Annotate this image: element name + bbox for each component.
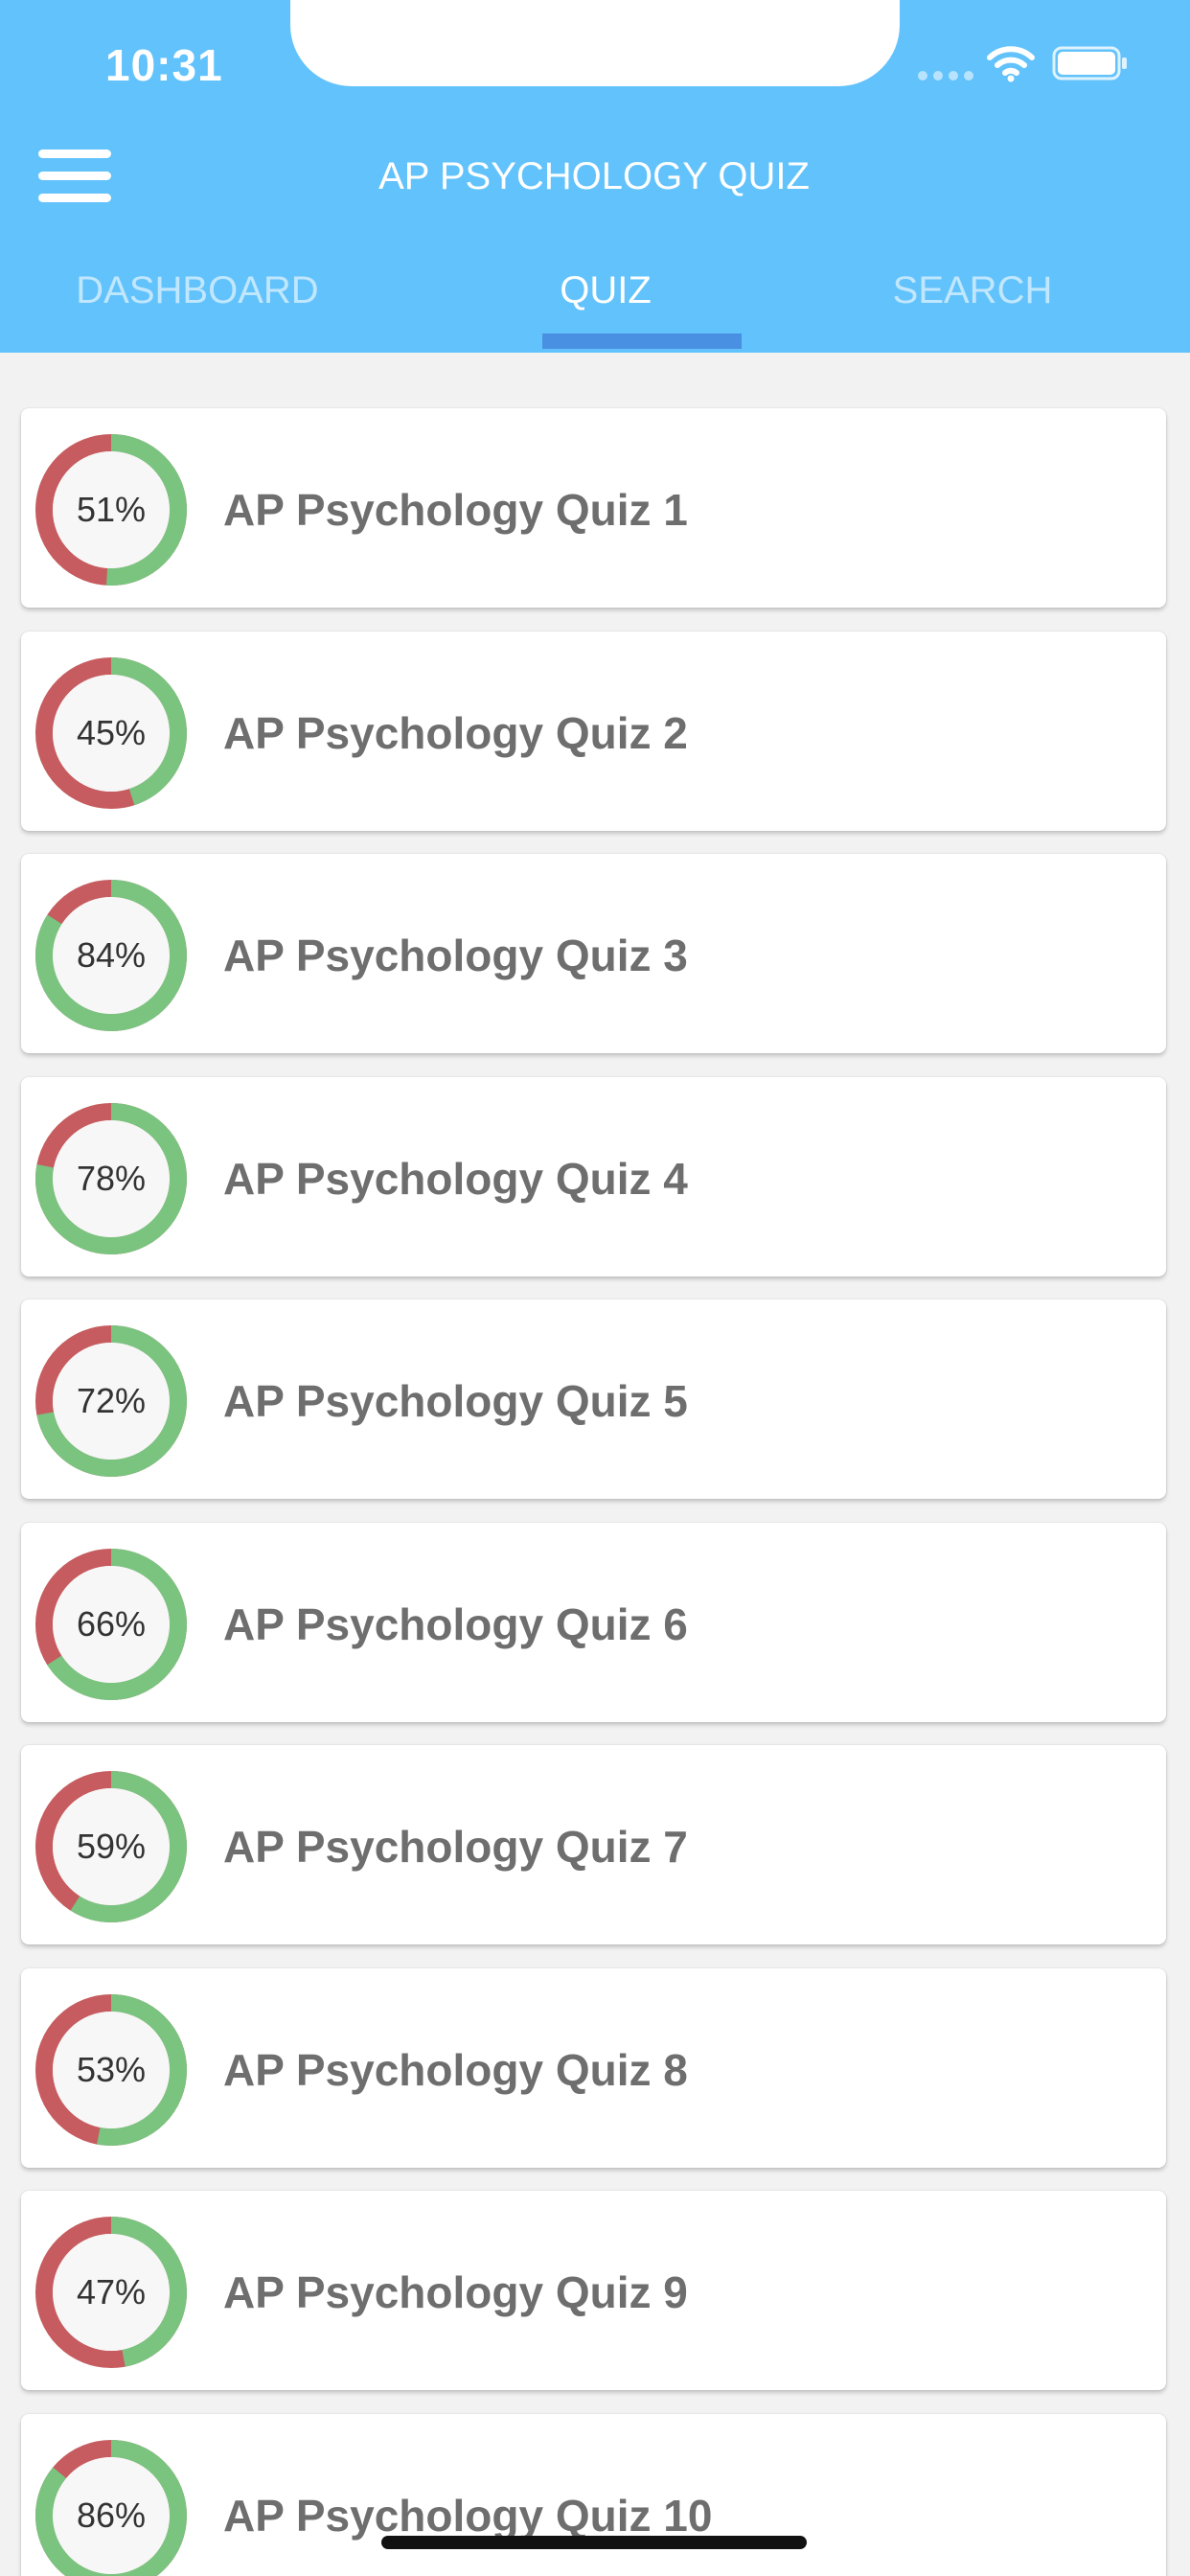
quiz-card[interactable]: 51% AP Psychology Quiz 1 bbox=[21, 408, 1166, 608]
tab-search[interactable]: SEARCH bbox=[872, 257, 1073, 324]
score-ring-chart: 84% bbox=[34, 879, 188, 1032]
quiz-title: AP Psychology Quiz 6 bbox=[223, 1599, 688, 1649]
quiz-card[interactable]: 59% AP Psychology Quiz 7 bbox=[21, 1745, 1166, 1944]
quiz-title: AP Psychology Quiz 2 bbox=[223, 708, 688, 758]
quiz-card[interactable]: 47% AP Psychology Quiz 9 bbox=[21, 2191, 1166, 2390]
score-percent-label: 47% bbox=[76, 2272, 147, 2312]
app-screen: 10:31 AP PSYCHOLOGY QUIZ DASHBOARD QUIZ … bbox=[0, 0, 1190, 2576]
quiz-title: AP Psychology Quiz 5 bbox=[223, 1376, 688, 1426]
tab-dashboard[interactable]: DASHBOARD bbox=[61, 257, 333, 324]
quiz-card[interactable]: 86% AP Psychology Quiz 10 bbox=[21, 2414, 1166, 2576]
page-title: AP PSYCHOLOGY QUIZ bbox=[378, 155, 810, 197]
score-ring-chart: 53% bbox=[34, 1993, 188, 2147]
status-time: 10:31 bbox=[105, 40, 223, 90]
app-header: 10:31 AP PSYCHOLOGY QUIZ DASHBOARD QUIZ … bbox=[0, 0, 1190, 353]
score-ring-chart: 72% bbox=[34, 1324, 188, 1478]
cellular-signal-icon bbox=[918, 71, 973, 80]
score-percent-label: 45% bbox=[76, 713, 147, 752]
device-notch bbox=[290, 0, 900, 86]
score-ring-chart: 45% bbox=[34, 656, 188, 810]
quiz-card[interactable]: 72% AP Psychology Quiz 5 bbox=[21, 1300, 1166, 1499]
quiz-title: AP Psychology Quiz 4 bbox=[223, 1154, 688, 1204]
score-ring-chart: 66% bbox=[34, 1548, 188, 1701]
quiz-card[interactable]: 84% AP Psychology Quiz 3 bbox=[21, 854, 1166, 1053]
quiz-title: AP Psychology Quiz 3 bbox=[223, 931, 688, 980]
score-percent-label: 72% bbox=[76, 1381, 147, 1420]
score-percent-label: 66% bbox=[76, 1604, 147, 1644]
score-percent-label: 51% bbox=[76, 490, 147, 529]
quiz-card[interactable]: 78% AP Psychology Quiz 4 bbox=[21, 1077, 1166, 1276]
tab-quiz[interactable]: QUIZ bbox=[508, 257, 703, 324]
score-percent-label: 78% bbox=[76, 1159, 147, 1198]
score-percent-label: 86% bbox=[76, 2496, 147, 2535]
score-percent-label: 59% bbox=[76, 1827, 147, 1866]
quiz-title: AP Psychology Quiz 9 bbox=[223, 2267, 688, 2317]
wifi-icon bbox=[987, 46, 1035, 82]
quiz-card[interactable]: 53% AP Psychology Quiz 8 bbox=[21, 1968, 1166, 2168]
score-ring-chart: 59% bbox=[34, 1770, 188, 1923]
score-ring-chart: 51% bbox=[34, 433, 188, 586]
score-ring-chart: 47% bbox=[34, 2216, 188, 2369]
score-percent-label: 84% bbox=[76, 935, 147, 975]
quiz-title: AP Psychology Quiz 7 bbox=[223, 1822, 688, 1872]
score-percent-label: 53% bbox=[76, 2050, 147, 2089]
active-tab-indicator bbox=[542, 334, 742, 349]
quiz-title: AP Psychology Quiz 1 bbox=[223, 485, 688, 535]
quiz-card[interactable]: 66% AP Psychology Quiz 6 bbox=[21, 1523, 1166, 1722]
score-ring-chart: 78% bbox=[34, 1102, 188, 1255]
quiz-title: AP Psychology Quiz 8 bbox=[223, 2045, 688, 2095]
hamburger-menu-icon[interactable] bbox=[38, 150, 111, 203]
battery-icon bbox=[1052, 46, 1127, 80]
home-indicator bbox=[381, 2536, 807, 2549]
score-ring-chart: 86% bbox=[34, 2439, 188, 2576]
quiz-card[interactable]: 45% AP Psychology Quiz 2 bbox=[21, 632, 1166, 831]
